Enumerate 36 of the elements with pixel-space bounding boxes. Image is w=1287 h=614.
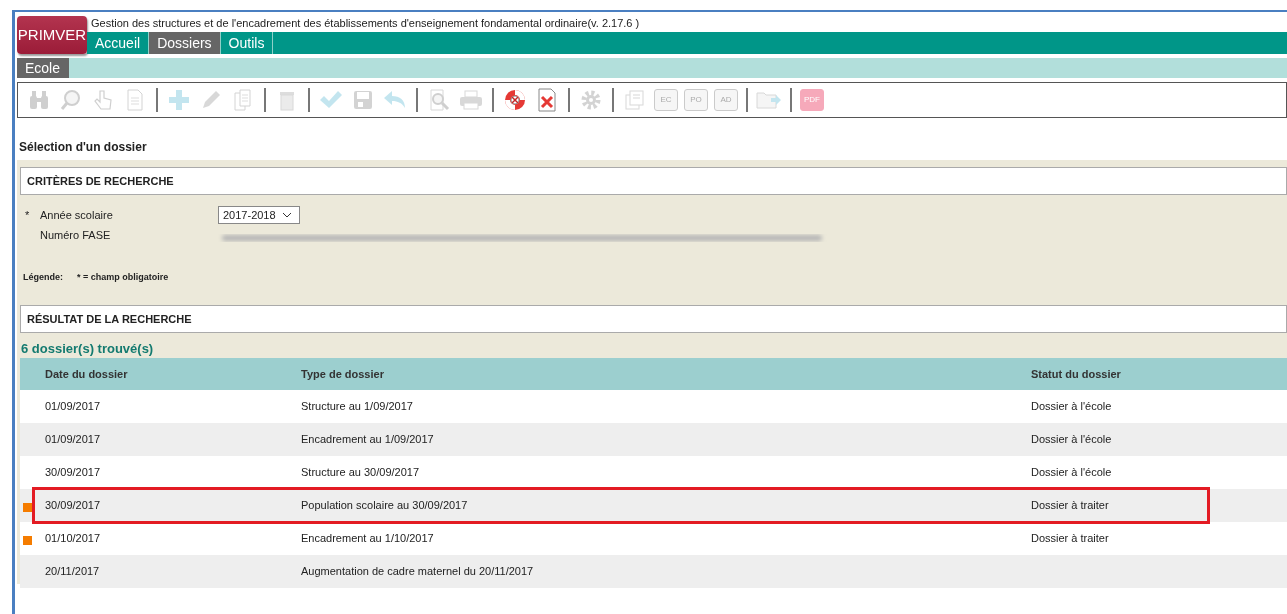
- table-cell: 30/09/2017: [45, 466, 101, 479]
- required-mark: *: [25, 208, 30, 221]
- table-cell: 30/09/2017: [45, 499, 101, 512]
- section-header: CRITÈRES DE RECHERCHE: [20, 167, 1287, 195]
- table-cell: 20/11/2017: [45, 565, 100, 578]
- table-cell: 01/09/2017: [45, 400, 101, 413]
- table-cell: Encadrement au 1/09/2017: [301, 433, 434, 446]
- table-cell: Augmentation de cadre maternel du 20/11/2017: [301, 565, 534, 578]
- table-cell: 01/09/2017: [45, 433, 101, 446]
- menu-tab[interactable]: Dossiers: [149, 32, 221, 54]
- table-cell: Dossier à traiter: [1031, 499, 1109, 512]
- table-cell: Dossier à traiter: [1031, 532, 1109, 545]
- table-cell: Dossier à l'école: [1031, 400, 1112, 413]
- page-title: Sélection d'un dossier: [19, 139, 148, 156]
- table-cell: Dossier à l'école: [1031, 466, 1112, 479]
- result-count: 6 dossier(s) trouvé(s): [21, 339, 155, 358]
- column-header: Type de dossier: [300, 358, 1030, 390]
- app-logo[interactable]: PRIMVER: [17, 16, 87, 54]
- table-cell: Dossier à l'école: [1031, 433, 1112, 446]
- column-header: Statut du dossier: [1030, 358, 1287, 390]
- field-label: Année scolaire: [40, 208, 113, 221]
- legend-text: * = champ obligatoire: [77, 271, 169, 284]
- submenu-tab[interactable]: Ecole: [17, 58, 69, 78]
- table-cell: Structure au 1/09/2017: [301, 400, 413, 413]
- table-cell: Population scolaire au 30/09/2017: [301, 499, 468, 512]
- column-header: Date du dossier: [20, 358, 300, 390]
- section-header: RÉSULTAT DE LA RECHERCHE: [20, 304, 1287, 333]
- legend-label: Légende:: [23, 271, 63, 284]
- year-select[interactable]: 2017-2018: [218, 206, 300, 224]
- table-cell: Encadrement au 1/10/2017: [301, 532, 434, 545]
- caret-icon: [281, 212, 292, 218]
- field-label: Numéro FASE: [40, 228, 111, 241]
- table-cell: Structure au 30/09/2017: [301, 466, 420, 479]
- lifebuoy-icon[interactable]: [502, 87, 528, 113]
- app-title: Gestion des structures et de l'encadrement des établissements d'enseignement fondamental ordinaire(v. 2.17.6 ): [91, 16, 641, 31]
- table-cell: 01/10/2017: [45, 532, 101, 545]
